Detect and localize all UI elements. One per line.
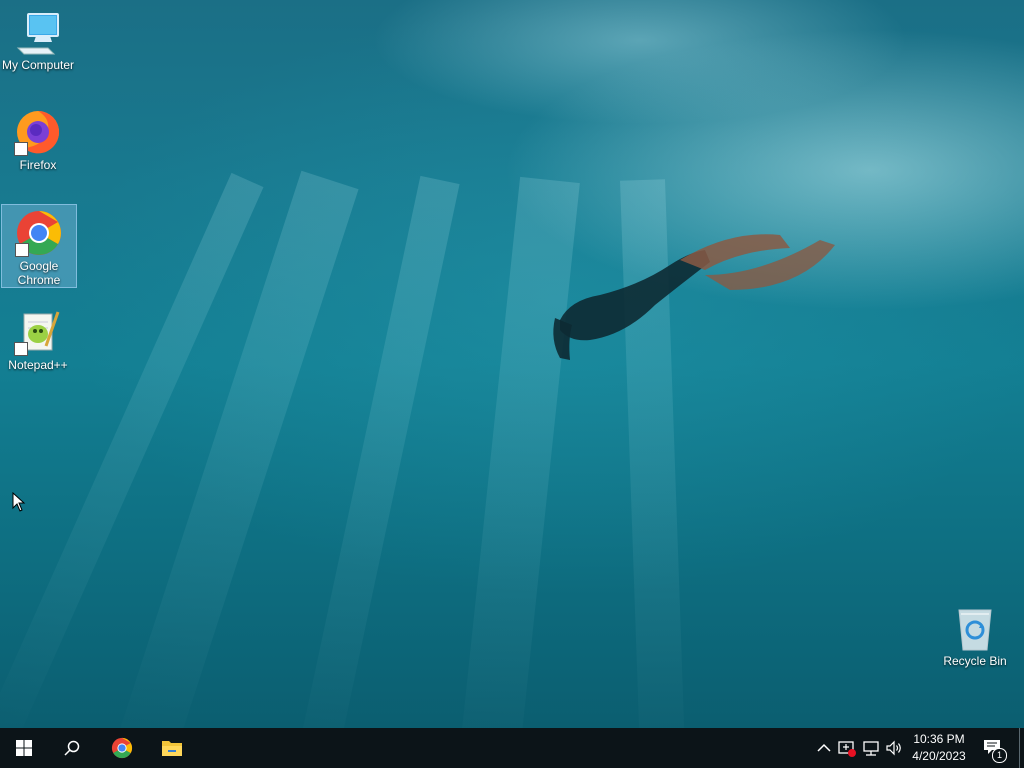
shortcut-arrow-icon — [15, 243, 29, 257]
search-icon — [64, 740, 80, 756]
security-alert-icon[interactable] — [837, 738, 857, 758]
clock-time: 10:36 PM — [913, 732, 965, 746]
icon-label: Firefox — [19, 158, 57, 172]
desktop-icon-firefox[interactable]: Firefox — [0, 104, 76, 174]
computer-icon — [14, 8, 62, 56]
volume-icon[interactable] — [884, 738, 904, 758]
desktop-icon-recycle-bin[interactable]: Recycle Bin — [937, 600, 1013, 670]
folder-icon — [162, 741, 182, 756]
show-desktop-button[interactable] — [1019, 728, 1020, 768]
notification-badge: 1 — [992, 748, 1007, 763]
taskbar-chrome-button[interactable] — [98, 728, 146, 768]
desktop-icon-google-chrome[interactable]: Google Chrome — [1, 204, 77, 288]
desktop-icon-notepadpp[interactable]: Notepad++ — [0, 304, 76, 374]
shortcut-arrow-icon — [14, 342, 28, 356]
start-button[interactable] — [0, 728, 48, 768]
chrome-icon — [15, 209, 63, 257]
chrome-icon — [111, 737, 133, 759]
desktop-icon-my-computer[interactable]: My Computer — [0, 4, 76, 78]
icon-label: Notepad++ — [8, 358, 68, 372]
action-center-button[interactable]: 1 — [978, 728, 1008, 768]
clock[interactable]: 10:36 PM 4/20/2023 — [904, 731, 974, 765]
windows-start-icon — [16, 740, 32, 756]
mouse-cursor-icon — [12, 492, 26, 512]
taskbar: 10:36 PM 4/20/2023 1 — [0, 728, 1024, 768]
shortcut-arrow-icon — [14, 142, 28, 156]
recycle-bin-icon — [951, 604, 999, 652]
icon-label: Recycle Bin — [943, 654, 1007, 668]
network-icon[interactable] — [861, 738, 881, 758]
icon-label: My Computer — [1, 58, 75, 72]
firefox-icon — [14, 108, 62, 156]
search-button[interactable] — [48, 728, 96, 768]
taskbar-file-explorer-button[interactable] — [148, 728, 196, 768]
chevron-up-icon[interactable] — [814, 738, 834, 758]
diver-image — [553, 234, 835, 360]
notepadpp-icon — [14, 308, 62, 356]
desktop-wallpaper[interactable]: My Computer Firefox Google Chrome Notepa… — [0, 0, 1024, 728]
icon-label: Google Chrome — [17, 259, 61, 287]
clock-date: 4/20/2023 — [912, 749, 966, 763]
